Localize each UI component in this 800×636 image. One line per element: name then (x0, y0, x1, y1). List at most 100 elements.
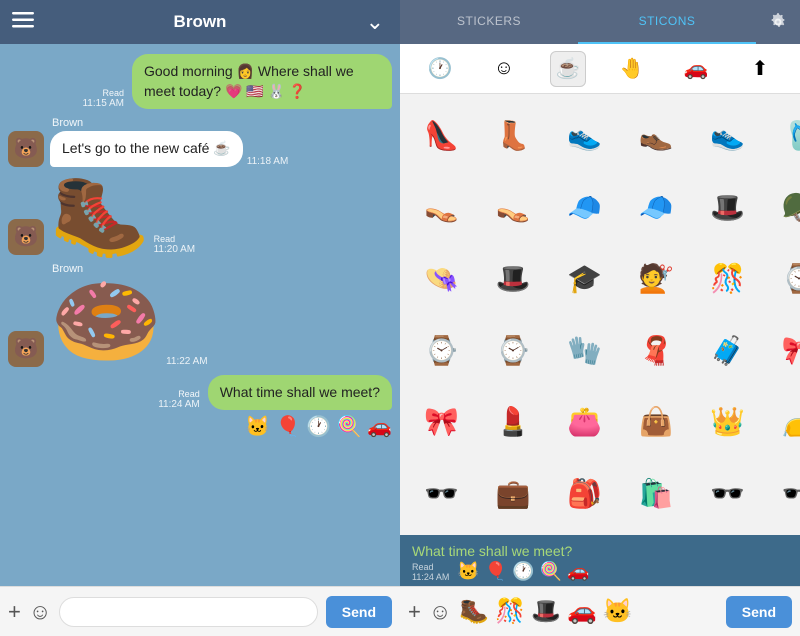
preview-sticker-hat[interactable]: 🎩 (531, 597, 561, 626)
sticker-item[interactable]: 🎓 (551, 245, 619, 313)
category-objects[interactable]: ☕ (550, 51, 586, 87)
read-label: Read (102, 88, 124, 98)
hamburger-icon[interactable] (12, 12, 34, 33)
avatar: 🐻 (8, 331, 44, 367)
sticker-item[interactable]: 👡 (408, 174, 476, 242)
message-row: 🐻 Brown 🍩 11:22 AM (8, 263, 392, 367)
sticker-item[interactable]: 🧢 (623, 174, 691, 242)
preview-sticker-car[interactable]: 🚗 (567, 597, 597, 626)
sticker: 🥾 (50, 175, 150, 255)
outgoing-msg-with-meta: Read 11:15 AM Good morning 👩 Where shall… (82, 54, 392, 109)
sticker-item[interactable]: 👛 (551, 388, 619, 456)
msg-time: 11:15 AM (82, 98, 124, 109)
sticker-item[interactable]: 👠 (408, 102, 476, 170)
preview-time: 11:24 AM (412, 572, 449, 582)
sticker-item[interactable]: 💇 (623, 245, 691, 313)
sticker-msg-meta: 🥾 Read 11:20 AM (50, 175, 195, 255)
avatar: 🐻 (8, 131, 44, 167)
sticker-item[interactable]: 🎩 (480, 245, 548, 313)
message-row: 🐻 🥾 Read 11:20 AM (8, 175, 392, 255)
message-bubble: What time shall we meet? (208, 375, 392, 411)
category-gestures[interactable]: 🤚 (614, 51, 650, 87)
chat-input-bar: + ☺ Send (0, 586, 400, 636)
sticker-item[interactable]: 🧢 (551, 174, 619, 242)
sticker-item[interactable]: ⌚ (408, 317, 476, 385)
category-upload[interactable]: ⬆ (742, 51, 778, 87)
sticker-bottom-bar: + ☺ 🥾 🎊 🎩 🚗 🐱 Send (400, 586, 800, 636)
sticker-item[interactable]: 👜 (623, 388, 691, 456)
sticker-item[interactable]: ⌚ (480, 317, 548, 385)
sticker-item[interactable]: 🎩 (694, 174, 762, 242)
plus-icon[interactable]: + (408, 599, 421, 625)
sticker-item[interactable]: 🕶️ (408, 460, 476, 528)
incoming-msg-with-meta: Brown Let's go to the new café ☕ 11:18 A… (50, 117, 288, 167)
category-transport[interactable]: 🚗 (678, 51, 714, 87)
sender-name: Brown (52, 117, 83, 129)
preview-message-area: What time shall we meet? Read 11:24 AM 🐱… (400, 535, 800, 586)
sticker-panel: STICKERS STICONS 🕐 ☺ ☕ 🤚 🚗 ⬆ 👠 👢 👟 (400, 0, 800, 636)
sticker-item[interactable]: 🪖 (766, 174, 800, 242)
avatar: 🐻 (8, 219, 44, 255)
read-label: Read (178, 389, 200, 399)
preview-sticker-cat[interactable]: 🐱 (603, 597, 633, 626)
sticker-item[interactable]: ⌚ (766, 245, 800, 313)
msg-time: 11:24 AM (158, 399, 200, 410)
preview-read-label: Read (412, 562, 449, 572)
sticker-grid: 👠 👢 👟 👞 👟 🩴 👡 👡 🧢 🧢 🎩 🪖 👒 🎩 🎓 💇 🎊 ⌚ ⌚ ⌚ … (400, 94, 800, 535)
sticker-item[interactable]: 👡 (480, 174, 548, 242)
sticker-msg-meta: Brown 🍩 11:22 AM (50, 263, 208, 367)
chat-messages: Read 11:15 AM Good morning 👩 Where shall… (0, 44, 400, 586)
message-row: Read 11:15 AM Good morning 👩 Where shall… (8, 54, 392, 109)
category-recent[interactable]: 🕐 (422, 51, 458, 87)
sticker-item[interactable]: 🛍️ (623, 460, 691, 528)
message-bubble: Let's go to the new café ☕ (50, 131, 243, 167)
sticker-item[interactable]: 👟 (694, 102, 762, 170)
sticker-item[interactable]: 🎒 (551, 460, 619, 528)
msg-time: 11:18 AM (247, 156, 289, 167)
sticker-item[interactable]: 🧤 (551, 317, 619, 385)
emoji-icons: 🐱 🎈 🕐 🍭 🚗 (245, 414, 392, 439)
chat-panel: Brown ⌄ Read 11:15 AM Good morning 👩 Whe… (0, 0, 400, 636)
message-row: Read 11:24 AM What time shall we meet? 🐱… (8, 375, 392, 440)
sticker-category-bar: 🕐 ☺ ☕ 🤚 🚗 ⬆ (400, 44, 800, 94)
tab-sticons[interactable]: STICONS (578, 0, 756, 44)
outgoing-msg-with-meta: Read 11:24 AM What time shall we meet? 🐱… (158, 375, 392, 440)
preview-sticker-boot[interactable]: 🥾 (459, 597, 489, 626)
sticker-preview-row: 🥾 🎊 🎩 🚗 🐱 (459, 597, 717, 626)
emoji-icon[interactable]: ☺ (429, 599, 451, 625)
sticker-item[interactable]: 👟 (551, 102, 619, 170)
preview-emoji-icons: 🐱 🎈 🕐 🍭 🚗 (457, 561, 589, 582)
sticker-item[interactable]: 💼 (480, 460, 548, 528)
emoji-icon[interactable]: ☺ (29, 599, 51, 625)
chevron-down-icon[interactable]: ⌄ (366, 9, 384, 35)
sticker-item[interactable]: 👑 (694, 388, 762, 456)
sticker-item[interactable]: 🧣 (623, 317, 691, 385)
msg-time: 11:20 AM (154, 244, 196, 255)
sticker-tabs: STICKERS STICONS (400, 0, 800, 44)
category-faces[interactable]: ☺ (486, 51, 522, 87)
sticker-item[interactable]: 🎀 (766, 317, 800, 385)
sticker-item[interactable]: 🎀 (408, 388, 476, 456)
sticker-item[interactable]: 🧳 (694, 317, 762, 385)
sticker-item[interactable]: 👞 (623, 102, 691, 170)
settings-icon[interactable] (756, 0, 800, 44)
app-container: Brown ⌄ Read 11:15 AM Good morning 👩 Whe… (0, 0, 800, 636)
sticker-item[interactable]: 🩴 (766, 102, 800, 170)
preview-message-text: What time shall we meet? (412, 543, 788, 559)
sticker-item[interactable]: 👝 (766, 388, 800, 456)
sticker-send-button[interactable]: Send (726, 596, 792, 628)
send-button[interactable]: Send (326, 596, 392, 628)
tab-stickers[interactable]: STICKERS (400, 0, 578, 44)
chat-title: Brown (174, 12, 227, 32)
message-row: 🐻 Brown Let's go to the new café ☕ 11:18… (8, 117, 392, 167)
sticker-item[interactable]: 🕶️ (694, 460, 762, 528)
preview-sticker-party[interactable]: 🎊 (495, 597, 525, 626)
sticker-item[interactable]: 🕶️ (766, 460, 800, 528)
sticker: 🍩 (50, 277, 162, 367)
plus-icon[interactable]: + (8, 599, 21, 625)
chat-input[interactable] (59, 597, 317, 627)
sticker-item[interactable]: 👒 (408, 245, 476, 313)
sticker-item[interactable]: 🎊 (694, 245, 762, 313)
sticker-item[interactable]: 👢 (480, 102, 548, 170)
sticker-item[interactable]: 💄 (480, 388, 548, 456)
